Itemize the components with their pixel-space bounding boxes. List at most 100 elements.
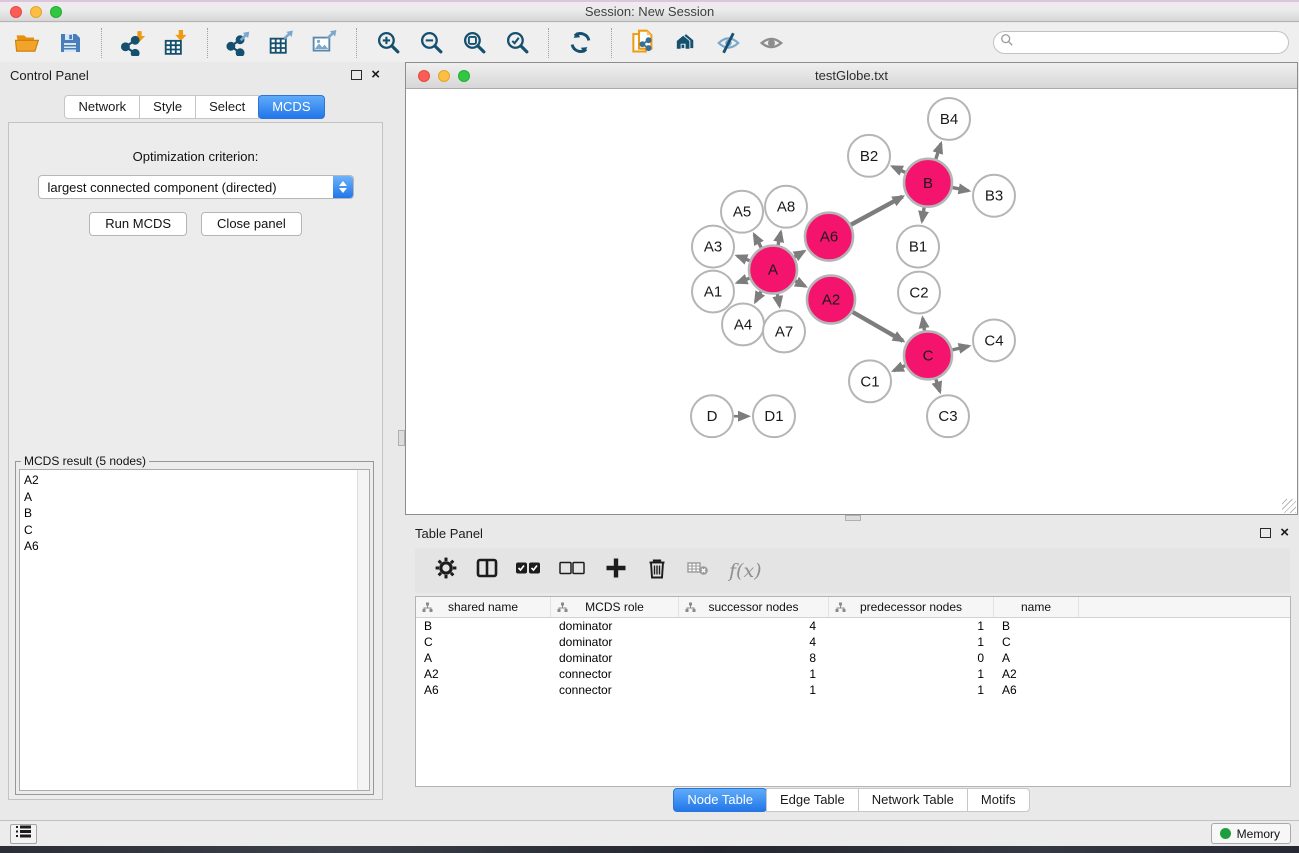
delete-table-button[interactable] [686,559,710,583]
import-network-button[interactable] [116,27,150,59]
table-cell[interactable]: dominator [551,635,679,649]
graph-edge-a-a1[interactable] [737,278,749,282]
table-cell[interactable]: 1 [829,635,994,649]
export-network-button[interactable] [222,27,256,59]
column-header-predecessor-nodes[interactable]: predecessor nodes [829,597,994,617]
graph-edge-a-a8[interactable] [778,232,781,245]
table-row[interactable]: Adominator80A [416,650,1290,666]
table-cell[interactable]: A [416,651,551,665]
table-cell[interactable]: C [994,635,1079,649]
graph-edge-a-a2[interactable] [795,281,805,286]
column-header-successor-nodes[interactable]: successor nodes [679,597,829,617]
table-cell[interactable]: A2 [994,667,1079,681]
zoom-window-button[interactable] [50,6,62,18]
memory-button[interactable]: Memory [1211,823,1291,844]
close-panel-icon[interactable]: × [371,70,380,80]
column-header-name[interactable]: name [994,597,1079,617]
table-cell[interactable]: connector [551,667,679,681]
tab-edge-table[interactable]: Edge Table [766,788,859,812]
table-cell[interactable]: dominator [551,619,679,633]
search-input[interactable] [1014,36,1282,50]
show-graphics-details-button[interactable] [755,27,789,59]
split-handle-left[interactable] [398,430,405,446]
table-cell[interactable]: 1 [829,683,994,697]
table-cell[interactable]: dominator [551,651,679,665]
import-table-button[interactable] [159,27,193,59]
tab-style[interactable]: Style [139,95,196,119]
graph-edge-c-c4[interactable] [952,346,968,350]
table-cell[interactable]: A2 [416,667,551,681]
network-minimize-button[interactable] [438,70,450,82]
table-cell[interactable]: connector [551,683,679,697]
close-window-button[interactable] [10,6,22,18]
result-list-item[interactable]: A [24,489,369,506]
tab-network[interactable]: Network [64,95,140,119]
table-cell[interactable]: B [416,619,551,633]
graph-edge-c-c1[interactable] [894,366,905,371]
show-panels-button[interactable] [10,824,37,844]
graph-edge-c-c3[interactable] [936,379,940,392]
table-cell[interactable]: A6 [994,683,1079,697]
network-close-button[interactable] [418,70,430,82]
export-image-button[interactable] [308,27,342,59]
graph-edge-a-a7[interactable] [777,294,779,306]
run-mcds-button[interactable]: Run MCDS [89,212,187,236]
criterion-dropdown[interactable]: largest connected component (directed) [38,175,354,199]
save-session-button[interactable] [53,27,87,59]
graph-edge-a-a6[interactable] [795,251,804,257]
table-cell[interactable]: A6 [416,683,551,697]
table-cell[interactable]: 0 [829,651,994,665]
graph-edge-a6-b[interactable] [851,197,903,225]
tab-select[interactable]: Select [195,95,259,119]
tab-motifs[interactable]: Motifs [967,788,1030,812]
zoom-selected-button[interactable] [500,27,534,59]
close-panel-button[interactable]: Close panel [201,212,302,236]
close-panel-icon[interactable]: × [1280,528,1289,538]
column-header-shared-name[interactable]: shared name [416,597,551,617]
table-cell[interactable]: 1 [829,667,994,681]
delete-row-button[interactable] [645,559,669,583]
window-resize-grip[interactable] [1282,499,1296,513]
graph-edge-b-b1[interactable] [922,207,924,221]
graph-edge-b-b4[interactable] [936,144,941,160]
network-zoom-button[interactable] [458,70,470,82]
table-row[interactable]: Cdominator41C [416,634,1290,650]
table-row[interactable]: A2connector11A2 [416,666,1290,682]
deselect-all-button[interactable] [557,559,587,583]
table-settings-button[interactable] [434,559,458,583]
column-header-mcds-role[interactable]: MCDS role [551,597,679,617]
table-row[interactable]: A6connector11A6 [416,682,1290,698]
show-column-button[interactable] [475,559,499,583]
table-cell[interactable]: 8 [679,651,829,665]
float-panel-icon[interactable] [351,70,362,80]
table-cell[interactable]: B [994,619,1079,633]
table-cell[interactable]: 4 [679,635,829,649]
graph-edge-b-b3[interactable] [953,188,969,191]
network-canvas[interactable]: B4B2BB3A8A5A6B1A3AA1C2A2A4A7C4CC1DD1C3 [406,89,1297,514]
network-window-titlebar[interactable]: testGlobe.txt [406,63,1297,89]
network-graph[interactable]: B4B2BB3A8A5A6B1A3AA1C2A2A4A7C4CC1DD1C3 [406,89,1297,514]
select-all-button[interactable] [516,559,540,583]
mcds-result-list[interactable]: A2ABCA6 [19,469,370,791]
open-session-button[interactable] [10,27,44,59]
tab-mcds[interactable]: MCDS [258,95,324,119]
table-cell[interactable]: C [416,635,551,649]
refresh-button[interactable] [563,27,597,59]
minimize-window-button[interactable] [30,6,42,18]
table-cell[interactable]: A [994,651,1079,665]
table-cell[interactable]: 1 [679,667,829,681]
result-list-item[interactable]: C [24,522,369,539]
add-row-button[interactable] [604,559,628,583]
tab-network-table[interactable]: Network Table [858,788,968,812]
graph-edge-a-a5[interactable] [754,235,761,248]
table-cell[interactable]: 1 [679,683,829,697]
graph-edge-a2-c[interactable] [853,312,903,341]
float-panel-icon[interactable] [1260,528,1271,538]
table-row[interactable]: Bdominator41B [416,618,1290,634]
function-builder-button[interactable]: f(x) [729,560,762,582]
hide-graphics-details-button[interactable] [712,27,746,59]
zoom-out-button[interactable] [414,27,448,59]
result-list-scrollbar[interactable] [357,470,369,790]
result-list-item[interactable]: B [24,505,369,522]
zoom-fit-button[interactable] [457,27,491,59]
